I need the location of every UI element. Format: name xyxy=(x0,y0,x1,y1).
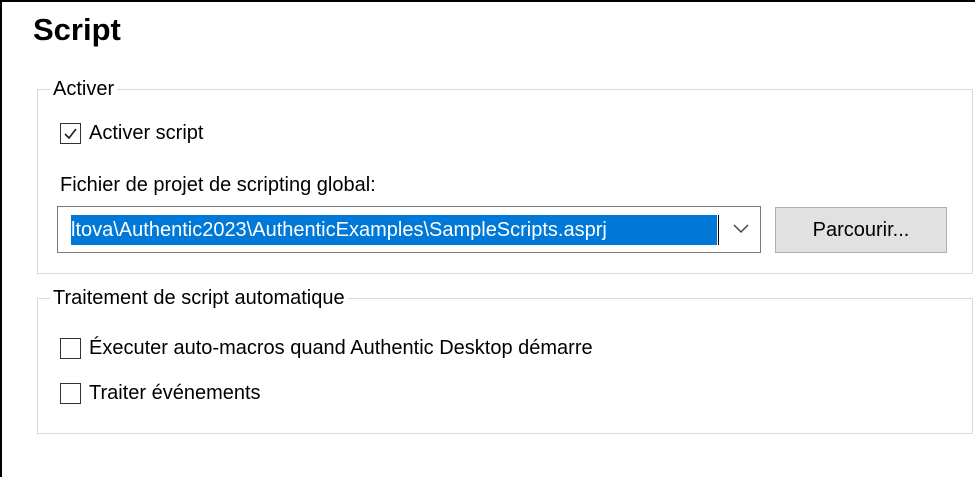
chevron-down-icon[interactable] xyxy=(732,222,750,234)
enable-script-label: Activer script xyxy=(89,122,204,144)
run-automacros-label: Éxecuter auto-macros quand Authentic Des… xyxy=(89,337,593,359)
process-events-label: Traiter événements xyxy=(89,382,261,404)
activer-group-legend: Activer xyxy=(50,77,118,101)
enable-script-checkbox[interactable]: Activer script xyxy=(60,121,203,145)
traitement-group: Traitement de script automatique xyxy=(37,286,973,434)
run-automacros-checkbox[interactable]: Éxecuter auto-macros quand Authentic Des… xyxy=(60,336,593,360)
global-project-input[interactable]: ltova\Authentic2023\AuthenticExamples\Sa… xyxy=(71,215,717,245)
traitement-group-legend: Traitement de script automatique xyxy=(50,286,348,310)
process-events-checkbox-box[interactable] xyxy=(60,382,81,404)
global-project-value: ltova\Authentic2023\AuthenticExamples\Sa… xyxy=(71,219,607,241)
checkmark-icon xyxy=(64,128,77,139)
browse-button[interactable]: Parcourir... xyxy=(775,207,947,253)
run-automacros-checkbox-box[interactable] xyxy=(60,337,81,359)
global-project-combobox[interactable]: ltova\Authentic2023\AuthenticExamples\Sa… xyxy=(57,206,761,253)
text-cursor xyxy=(718,215,719,245)
enable-script-checkbox-box[interactable] xyxy=(60,122,81,144)
process-events-checkbox[interactable]: Traiter événements xyxy=(60,381,261,405)
global-project-label: Fichier de projet de scripting global: xyxy=(60,174,376,196)
page-title: Script xyxy=(33,12,121,47)
